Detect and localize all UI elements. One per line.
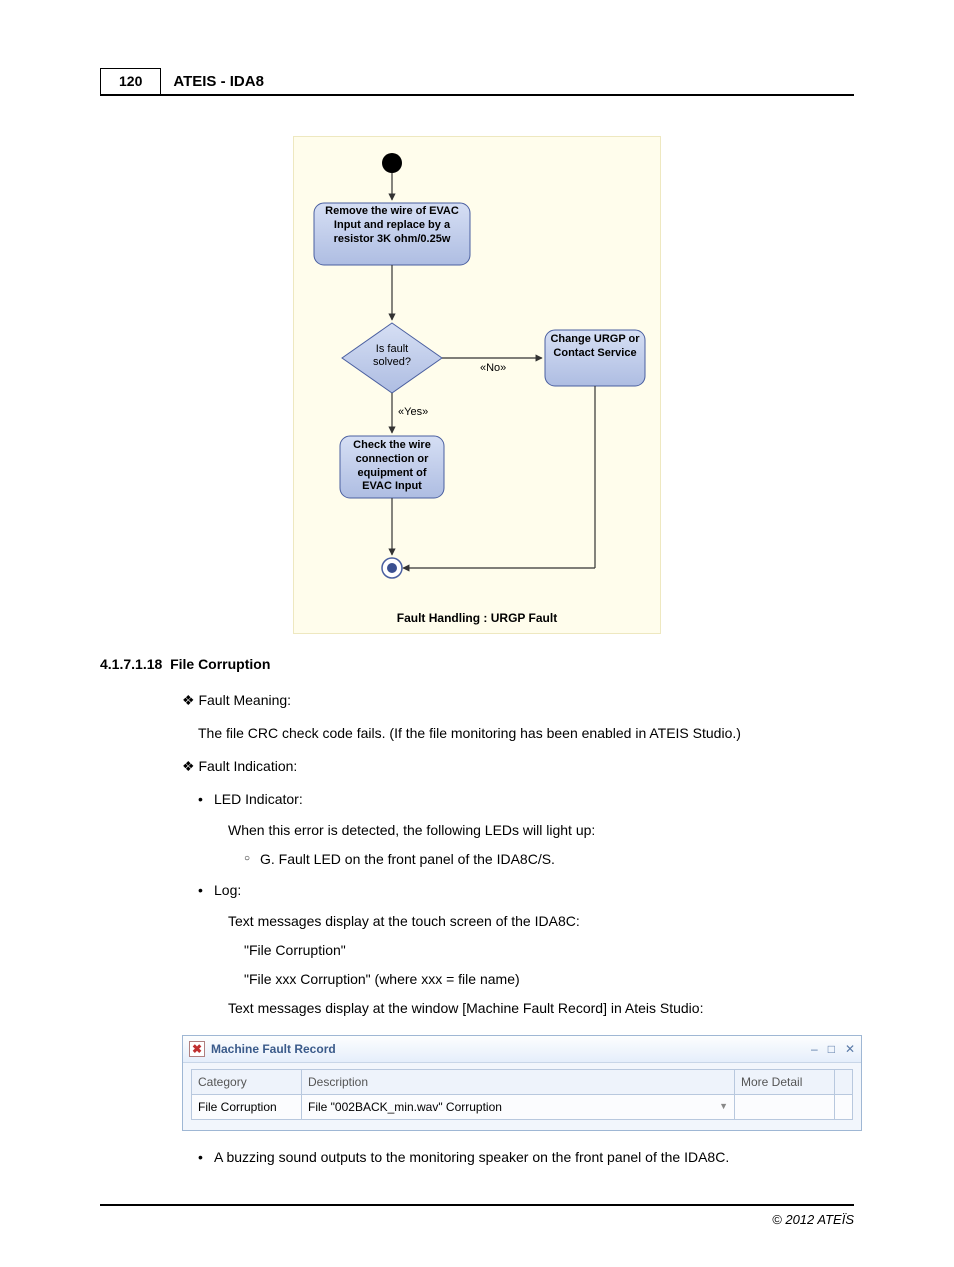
circle-bullet-icon: ○ xyxy=(244,849,260,870)
fault-indication-heading: ❖ Fault Indication: xyxy=(182,756,854,777)
bullet-icon: • xyxy=(198,880,214,901)
log-heading: • Log: xyxy=(198,880,854,901)
fault-record-table: Category Description More Detail File Co… xyxy=(191,1069,853,1120)
scrollbar-cell[interactable] xyxy=(835,1095,853,1120)
cell-more-detail xyxy=(735,1095,835,1120)
maximize-button[interactable]: □ xyxy=(828,1040,835,1058)
section-heading: 4.1.7.1.18 File Corruption xyxy=(100,656,854,672)
log-quote-1: "File Corruption" xyxy=(244,940,854,961)
col-description[interactable]: Description xyxy=(302,1070,735,1095)
minimize-button[interactable]: – xyxy=(811,1040,818,1058)
cell-description: File "002BACK_min.wav" Corruption ▼ xyxy=(302,1095,735,1120)
log-quote-2: "File xxx Corruption" (where xxx = file … xyxy=(244,969,854,990)
flow-no-label: «No» xyxy=(480,362,506,374)
machine-fault-record-window: ✖ Machine Fault Record – □ ✕ Catego xyxy=(182,1035,862,1131)
page-footer: © 2012 ATEÏS xyxy=(100,1204,854,1227)
section-number: 4.1.7.1.18 xyxy=(100,656,162,672)
end-node-icon xyxy=(387,563,397,573)
col-more-detail[interactable]: More Detail xyxy=(735,1070,835,1095)
table-header-row: Category Description More Detail xyxy=(192,1070,853,1095)
close-button[interactable]: ✕ xyxy=(845,1040,855,1058)
fault-meaning-heading: ❖ Fault Meaning: xyxy=(182,690,854,711)
window-titlebar: ✖ Machine Fault Record – □ ✕ xyxy=(183,1036,861,1063)
table-row[interactable]: File Corruption File "002BACK_min.wav" C… xyxy=(192,1095,853,1120)
flow-decision: Is fault solved? xyxy=(357,343,427,369)
page-header: 120 ATEIS - IDA8 xyxy=(100,68,854,96)
flow-yes-label: «Yes» xyxy=(398,406,428,418)
app-icon: ✖ xyxy=(189,1041,205,1057)
fault-meaning-text: The file CRC check code fails. (If the f… xyxy=(198,723,854,744)
bullet-icon: • xyxy=(198,789,214,810)
header-title: ATEIS - IDA8 xyxy=(161,68,276,94)
bullet-icon: • xyxy=(198,1147,214,1168)
buzzing-sound-item: • A buzzing sound outputs to the monitor… xyxy=(198,1147,854,1168)
led-indicator-heading: • LED Indicator: xyxy=(198,789,854,810)
flowchart-diagram: Remove the wire of EVAC Input and replac… xyxy=(293,136,661,634)
flow-step-1: Remove the wire of EVAC Input and replac… xyxy=(316,205,468,246)
flowchart-caption: Fault Handling : URGP Fault xyxy=(302,611,652,625)
log-text-2: Text messages display at the window [Mac… xyxy=(228,998,854,1019)
window-title: Machine Fault Record xyxy=(211,1040,811,1058)
cell-category: File Corruption xyxy=(192,1095,302,1120)
scrollbar-header xyxy=(835,1070,853,1095)
start-node-icon xyxy=(382,153,402,173)
dropdown-icon[interactable]: ▼ xyxy=(719,1100,728,1114)
led-indicator-item: ○ G. Fault LED on the front panel of the… xyxy=(244,849,854,870)
flow-right-box: Change URGP or Contact Service xyxy=(547,333,643,361)
led-indicator-text: When this error is detected, the followi… xyxy=(228,820,854,841)
log-text-1: Text messages display at the touch scree… xyxy=(228,911,854,932)
page-number: 120 xyxy=(100,68,161,94)
section-title: File Corruption xyxy=(170,656,270,672)
flow-step-2: Check the wire connection or equipment o… xyxy=(342,439,442,494)
col-category[interactable]: Category xyxy=(192,1070,302,1095)
